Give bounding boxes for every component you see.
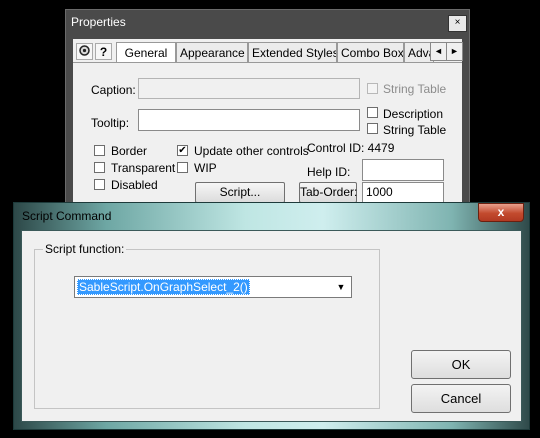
wip-label: WIP [194, 161, 217, 175]
tab-scroll-right-button[interactable]: ► [446, 42, 463, 61]
properties-window: Properties × ? General Appearance Extend… [65, 9, 470, 209]
description-checkbox[interactable] [367, 107, 378, 118]
dialog-close-button[interactable]: x [478, 203, 524, 222]
tooltip-label: Tooltip: [91, 116, 130, 130]
pushpin-icon[interactable] [76, 43, 93, 60]
transparent-label: Transparent [111, 161, 176, 175]
control-id-label: Control ID: 4479 [307, 141, 395, 155]
tab-scroll-left-button[interactable]: ◄ [430, 42, 447, 61]
caption-input[interactable] [138, 78, 360, 99]
wip-checkbox[interactable] [177, 162, 188, 173]
cancel-button[interactable]: Cancel [411, 384, 511, 413]
tab-divider [73, 62, 462, 63]
dialog-client: Script function: SableScript.OnGraphSele… [21, 230, 522, 422]
script-function-group [34, 249, 380, 409]
ok-button[interactable]: OK [411, 350, 511, 379]
chevron-down-icon[interactable]: ▼ [332, 278, 350, 296]
disabled-checkbox[interactable] [94, 179, 105, 190]
properties-title: Properties [71, 15, 126, 29]
border-checkbox[interactable] [94, 145, 105, 156]
help-id-label: Help ID: [307, 165, 351, 179]
tab-combo-box[interactable]: Combo Box [337, 42, 404, 62]
description-label: Description [383, 107, 444, 121]
script-function-dropdown[interactable]: SableScript.OnGraphSelect_2() ▼ [74, 276, 352, 298]
help-icon[interactable]: ? [95, 43, 112, 60]
update-controls-label: Update other controls [194, 144, 309, 158]
tab-order-button[interactable]: Tab-Order: [299, 182, 357, 203]
string-table-2-checkbox[interactable] [367, 123, 378, 134]
string-table-label: String Table [383, 82, 447, 96]
dialog-title: Script Command [22, 209, 112, 223]
string-table-checkbox[interactable] [367, 83, 378, 94]
border-label: Border [111, 144, 148, 158]
script-command-dialog: Script Command x Script function: SableS… [13, 202, 530, 430]
caption-label: Caption: [91, 83, 136, 97]
tooltip-input[interactable] [138, 109, 360, 131]
tab-general[interactable]: General [116, 42, 176, 63]
disabled-label: Disabled [111, 178, 158, 192]
tab-order-input[interactable]: 1000 [362, 182, 444, 203]
script-function-label: Script function: [43, 242, 127, 256]
script-function-value: SableScript.OnGraphSelect_2() [77, 279, 250, 295]
tab-appearance[interactable]: Appearance [176, 42, 248, 62]
string-table-2-label: String Table [383, 123, 447, 137]
script-button[interactable]: Script... [195, 182, 285, 203]
update-controls-checkbox[interactable]: ✔ [177, 145, 188, 156]
tab-strip: ? General Appearance Extended Styles Com… [73, 42, 463, 63]
properties-close-button[interactable]: × [448, 15, 467, 32]
properties-client: ? General Appearance Extended Styles Com… [73, 39, 463, 209]
tab-extended-styles[interactable]: Extended Styles [248, 42, 337, 62]
transparent-checkbox[interactable] [94, 162, 105, 173]
help-id-input[interactable] [362, 159, 444, 181]
